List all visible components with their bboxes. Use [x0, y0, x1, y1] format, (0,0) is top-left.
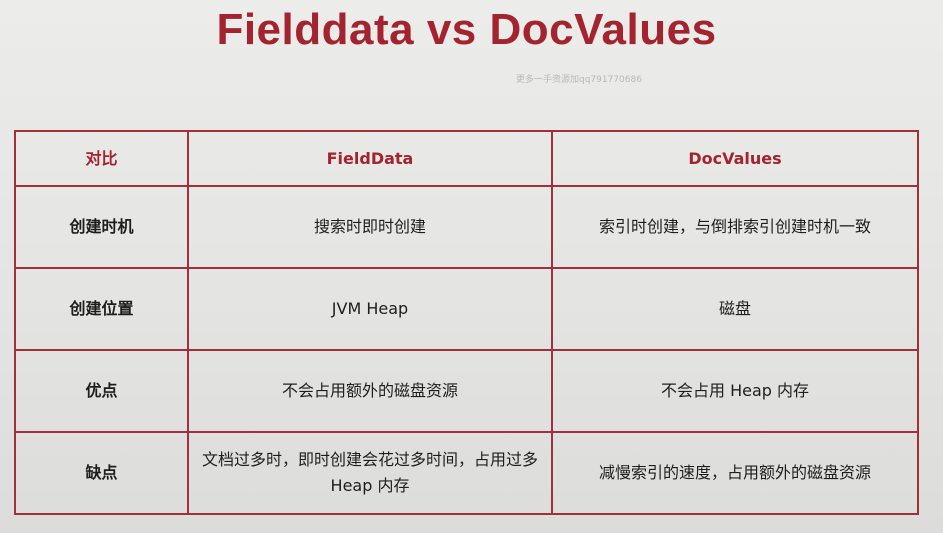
fielddata-cell: 搜索时即时创建	[187, 185, 553, 269]
row-label: 缺点	[14, 431, 189, 515]
fielddata-cell: JVM Heap	[187, 267, 553, 351]
table-header-row: 对比 FieldData DocValues	[14, 130, 919, 187]
table-row: 优点 不会占用额外的磁盘资源 不会占用 Heap 内存	[14, 349, 919, 433]
docvalues-cell: 磁盘	[551, 267, 919, 351]
table-row: 创建时机 搜索时即时创建 索引时创建，与倒排索引创建时机一致	[14, 185, 919, 269]
header-fielddata: FieldData	[187, 130, 553, 187]
header-docvalues: DocValues	[551, 130, 919, 187]
docvalues-cell: 不会占用 Heap 内存	[551, 349, 919, 433]
docvalues-cell: 索引时创建，与倒排索引创建时机一致	[551, 185, 919, 269]
header-compare: 对比	[14, 130, 189, 187]
row-label: 优点	[14, 349, 189, 433]
comparison-table: 对比 FieldData DocValues 创建时机 搜索时即时创建 索引时创…	[14, 130, 919, 515]
table-row: 创建位置 JVM Heap 磁盘	[14, 267, 919, 351]
fielddata-cell: 不会占用额外的磁盘资源	[187, 349, 553, 433]
docvalues-cell: 减慢索引的速度，占用额外的磁盘资源	[551, 431, 919, 515]
fielddata-cell: 文档过多时，即时创建会花过多时间，占用过多 Heap 内存	[187, 431, 553, 515]
row-label: 创建位置	[14, 267, 189, 351]
table-row: 缺点 文档过多时，即时创建会花过多时间，占用过多 Heap 内存 减慢索引的速度…	[14, 431, 919, 515]
row-label: 创建时机	[14, 185, 189, 269]
watermark-text: 更多一手资源加qq791770686	[516, 75, 642, 85]
slide-title: Fielddata vs DocValues	[216, 5, 717, 54]
